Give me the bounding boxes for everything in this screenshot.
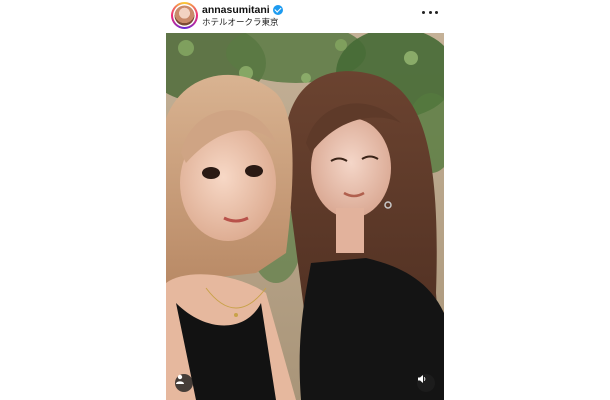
- more-options-button[interactable]: [422, 6, 438, 18]
- photo-illustration: [166, 33, 444, 400]
- audio-button[interactable]: [417, 374, 435, 392]
- user-tag-icon: [176, 374, 184, 384]
- username-row: annasumitani: [202, 3, 283, 16]
- post-photo[interactable]: [166, 33, 444, 400]
- more-dot-icon: [422, 10, 425, 14]
- verified-badge-icon: [272, 4, 283, 15]
- person-left: [166, 74, 296, 400]
- profile-avatar[interactable]: [171, 2, 198, 29]
- location-link[interactable]: ホテルオークラ東京: [202, 16, 279, 28]
- more-dot-icon: [435, 10, 438, 14]
- username-link[interactable]: annasumitani: [202, 4, 270, 16]
- instagram-post: annasumitani ホテルオークラ東京: [166, 0, 444, 400]
- post-header: annasumitani ホテルオークラ東京: [166, 0, 444, 32]
- avatar-image: [173, 4, 196, 27]
- user-tag-button[interactable]: [175, 374, 193, 392]
- speaker-icon: [418, 375, 426, 383]
- more-dot-icon: [428, 10, 432, 14]
